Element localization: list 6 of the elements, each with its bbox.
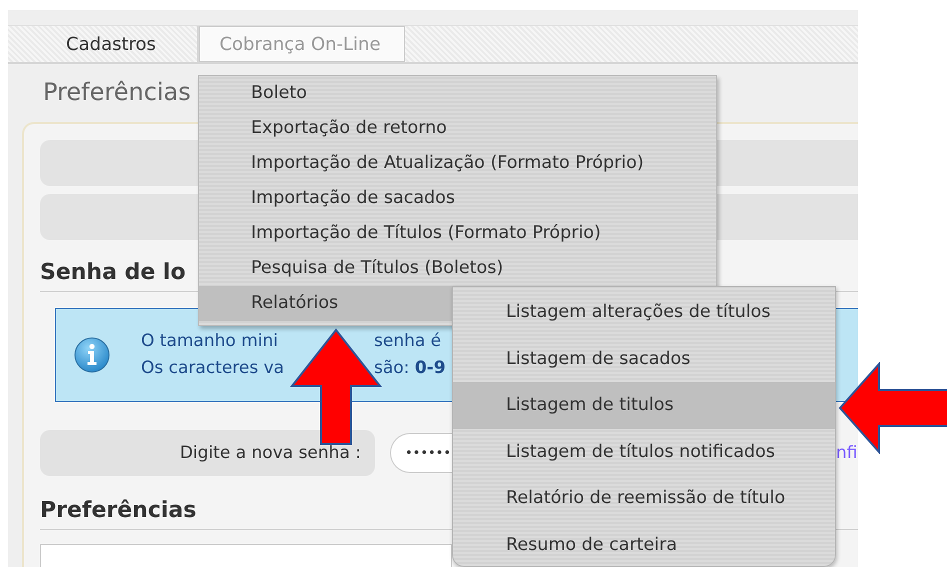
info-text: são: 0-9 bbox=[374, 357, 446, 380]
info-text: Os caracteres va bbox=[141, 357, 284, 380]
info-text: senha é bbox=[374, 330, 442, 353]
field-label: Digite a nova senha : bbox=[40, 430, 375, 476]
page-title: Preferências bbox=[43, 78, 191, 108]
info-text: O tamanho mini bbox=[141, 330, 278, 353]
